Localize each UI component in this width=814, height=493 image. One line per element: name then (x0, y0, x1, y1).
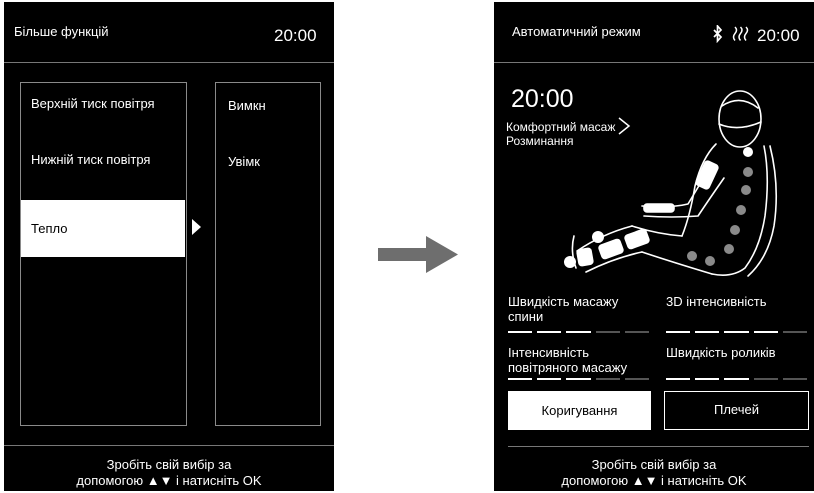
header-divider (4, 62, 334, 63)
option-heat[interactable]: Тепло (21, 200, 185, 257)
level-segment (508, 331, 533, 333)
level-segment (595, 378, 620, 380)
values-list: Вимкн Увімк (215, 82, 321, 426)
value-on[interactable]: Увімк (228, 154, 260, 169)
clock: 20:00 (274, 26, 317, 45)
selection-pointer-icon (192, 219, 201, 235)
instruction-text: Зробіть свій вибір за допомогою ▲▼ і нат… (561, 457, 747, 488)
transition-arrow-icon (378, 236, 458, 273)
shoulders-button[interactable]: Плечей (664, 391, 809, 430)
level-segment (566, 331, 591, 333)
option-label: Тепло (31, 221, 68, 236)
more-functions-screen: Більше функцій 20:00 Верхній тиск повітр… (4, 2, 334, 491)
level-segment (782, 378, 807, 380)
value-off[interactable]: Вимкн (228, 98, 266, 113)
level-segment (724, 378, 749, 380)
level-segment (666, 378, 691, 380)
level-segment (753, 331, 778, 333)
3d-intensity-level (666, 331, 807, 333)
adjust-button[interactable]: Коригування (508, 391, 651, 430)
roller-speed-level (666, 378, 807, 380)
options-list: Верхній тиск повітря Нижній тиск повітря… (20, 82, 187, 426)
level-segment (753, 378, 778, 380)
screen-title: Більше функцій (14, 24, 109, 39)
level-segment (624, 331, 649, 333)
level-segment (695, 331, 720, 333)
body-massage-diagram (564, 90, 778, 277)
clock: 20:00 (757, 26, 800, 45)
heat-icon (732, 26, 749, 41)
screen-title: Автоматичний режим (512, 24, 641, 39)
option-label: Нижній тиск повітря (31, 152, 151, 167)
level-segment (624, 378, 649, 380)
level-segment (724, 331, 749, 333)
level-segment (595, 331, 620, 333)
back-massage-speed-label: Швидкість масажу спини (508, 294, 619, 324)
level-segment (695, 378, 720, 380)
level-segment (666, 331, 691, 333)
instruction-text: Зробіть свій вибір за допомогою ▲▼ і нат… (76, 457, 262, 488)
level-segment (508, 378, 533, 380)
level-segment (782, 331, 807, 333)
header-divider (494, 62, 814, 63)
level-segment (537, 331, 562, 333)
option-label: Верхній тиск повітря (31, 96, 155, 111)
level-segment (566, 378, 591, 380)
level-segment (537, 378, 562, 380)
3d-intensity-label: 3D інтенсивність (666, 294, 767, 309)
option-upper-air-pressure[interactable]: Верхній тиск повітря (21, 83, 185, 129)
footer-divider (4, 445, 334, 446)
footer-divider (508, 446, 809, 447)
auto-mode-screen: Автоматичний режим 20:00 20:00 Комфортни… (494, 2, 814, 491)
back-massage-speed-level (508, 331, 649, 333)
roller-speed-label: Швидкість роликів (666, 345, 776, 360)
option-lower-air-pressure[interactable]: Нижній тиск повітря (21, 139, 185, 185)
air-massage-intensity-label: Інтенсивність повітряного масажу (508, 345, 628, 375)
bluetooth-icon (713, 25, 723, 43)
air-massage-intensity-level (508, 378, 649, 380)
